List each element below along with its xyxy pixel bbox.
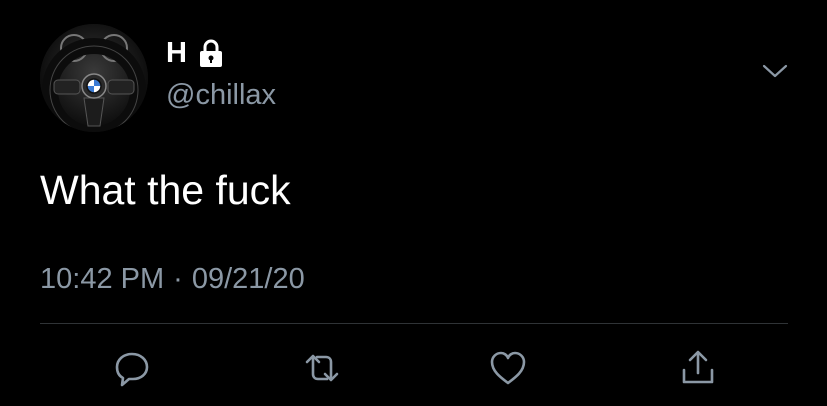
chevron-down-icon[interactable] bbox=[762, 62, 788, 80]
heart-icon bbox=[490, 351, 526, 385]
tweet-timestamp[interactable]: 10:42 PM · 09/21/20 bbox=[40, 261, 305, 297]
steering-wheel-avatar-icon bbox=[40, 24, 148, 132]
avatar[interactable] bbox=[40, 24, 148, 132]
user-handle[interactable]: @chillax bbox=[166, 78, 276, 112]
tweet-date[interactable]: 09/21/20 bbox=[192, 263, 305, 295]
share-button[interactable] bbox=[676, 346, 720, 390]
reply-icon bbox=[115, 352, 149, 387]
tweet-text: What the fuck bbox=[40, 167, 291, 213]
retweet-button[interactable] bbox=[300, 346, 344, 390]
tweet-time[interactable]: 10:42 PM bbox=[40, 263, 164, 295]
retweet-icon bbox=[305, 354, 339, 382]
share-icon bbox=[682, 350, 714, 384]
lock-icon bbox=[197, 38, 225, 68]
divider bbox=[40, 323, 788, 324]
meta-separator: · bbox=[173, 263, 183, 295]
author-name-row[interactable]: H bbox=[166, 37, 225, 69]
like-button[interactable] bbox=[486, 346, 530, 390]
reply-button[interactable] bbox=[110, 346, 154, 390]
display-name[interactable]: H bbox=[166, 37, 187, 69]
